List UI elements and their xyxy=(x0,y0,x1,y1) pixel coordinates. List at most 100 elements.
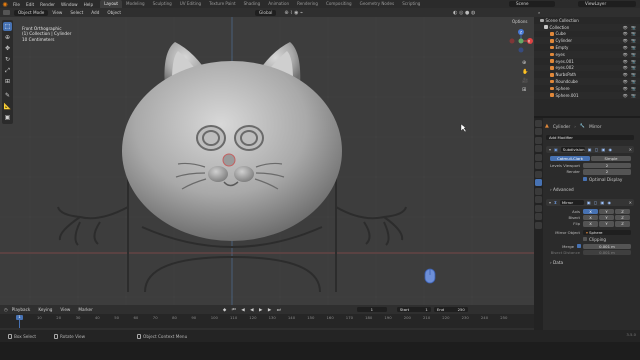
outliner-item[interactable]: Cylinder 👁 📷 xyxy=(534,37,640,45)
constraints-tab-icon[interactable] xyxy=(535,204,542,212)
menu-view[interactable]: View xyxy=(48,10,66,15)
outliner-item[interactable]: Empty 👁 📷 xyxy=(534,44,640,51)
menu-help[interactable]: Help xyxy=(81,2,97,7)
close-icon[interactable]: ✕ xyxy=(629,147,632,152)
outliner-item[interactable]: eyes.001 👁 📷 xyxy=(534,58,640,65)
3d-viewport[interactable] xyxy=(0,17,534,305)
rotate-tool-icon[interactable]: ↻ xyxy=(3,55,12,64)
tab-compositing[interactable]: Compositing xyxy=(322,0,356,8)
select-tool-icon[interactable]: ⬚ xyxy=(3,22,12,31)
subdivision-name-field[interactable]: Subdivision xyxy=(560,146,585,153)
scale-tool-icon[interactable]: ⤢ xyxy=(3,66,12,75)
visibility-icon[interactable]: 👁 📷 xyxy=(623,38,637,43)
tab-modeling[interactable]: Modeling xyxy=(122,0,149,8)
options-button[interactable]: Options xyxy=(512,19,527,24)
view-layer-tab-icon[interactable] xyxy=(535,145,542,152)
menu-timeline-view[interactable]: View xyxy=(56,307,74,312)
visibility-icon[interactable]: 👁 📷 xyxy=(623,59,637,64)
material-tab-icon[interactable] xyxy=(535,221,542,229)
menu-window[interactable]: Window xyxy=(58,2,81,7)
visibility-icon[interactable]: 👁 📷 xyxy=(623,79,637,84)
navigation-gizmo[interactable]: X Z xyxy=(508,28,534,54)
mirror-bisect-x-toggle[interactable]: X xyxy=(583,215,598,221)
scene-selector[interactable]: Scene xyxy=(509,1,555,7)
data-subpanel[interactable]: › Data xyxy=(550,260,634,265)
tab-layout[interactable]: Layout xyxy=(100,0,123,8)
tab-scripting[interactable]: Scripting xyxy=(398,0,424,8)
menu-file[interactable]: File xyxy=(10,2,23,7)
outliner-item[interactable]: Sphere.001 👁 📷 xyxy=(534,91,640,99)
mirror-axis-z-toggle[interactable]: Z xyxy=(615,209,630,215)
outliner-item[interactable]: eyes.002 👁 📷 xyxy=(534,64,640,72)
mode-dropdown[interactable]: Object Mode xyxy=(14,9,49,16)
tab-sculpting[interactable]: Sculpting xyxy=(149,0,176,8)
add-cube-tool-icon[interactable]: ▣ xyxy=(3,113,12,122)
move-tool-icon[interactable]: ✥ xyxy=(3,44,12,53)
mirror-object-field[interactable]: ▾ Sphere xyxy=(583,229,631,235)
outliner-item[interactable]: Roundcube 👁 📷 xyxy=(534,78,640,85)
render-tab-icon[interactable] xyxy=(535,128,542,135)
add-modifier-button[interactable]: Add Modifier xyxy=(546,135,634,141)
output-tab-icon[interactable] xyxy=(535,136,542,144)
editor-type-icon[interactable] xyxy=(3,10,10,15)
visibility-icon[interactable]: 👁 📷 xyxy=(623,72,637,77)
tab-animation[interactable]: Animation xyxy=(264,0,293,8)
tab-geometry-nodes[interactable]: Geometry Nodes xyxy=(356,0,399,8)
visibility-icon[interactable]: 👁 📷 xyxy=(623,25,637,30)
world-tab-icon[interactable] xyxy=(535,162,542,169)
modifier-toggle-icons[interactable]: ▣ ◻ ▣ ◉ xyxy=(588,147,613,152)
outliner-item[interactable]: Cube 👁 📷 xyxy=(534,31,640,38)
mirror-bisect-z-toggle[interactable]: Z xyxy=(615,215,630,221)
view-layer-selector[interactable]: ViewLayer xyxy=(578,1,636,7)
orientation-dropdown[interactable]: Global xyxy=(255,9,277,16)
render-levels-field[interactable]: 2 xyxy=(583,169,631,175)
mirror-bisect-y-toggle[interactable]: Y xyxy=(599,215,614,221)
modifier-tab-icon[interactable] xyxy=(535,179,542,186)
mirror-flip-z-toggle[interactable]: Z xyxy=(615,221,630,227)
clipping-checkbox[interactable] xyxy=(583,237,587,242)
merge-distance-field[interactable]: 0.001 m xyxy=(583,243,631,249)
visibility-icon[interactable]: 👁 📷 xyxy=(623,86,637,91)
mirror-name-field[interactable]: Mirror xyxy=(559,199,584,206)
tab-rendering[interactable]: Rendering xyxy=(293,0,322,8)
visibility-icon[interactable]: 👁 📷 xyxy=(623,65,637,70)
scene-tab-icon[interactable] xyxy=(535,153,542,161)
outliner-item[interactable]: NurbsPath 👁 📷 xyxy=(534,71,640,78)
outliner-item[interactable]: eyes 👁 📷 xyxy=(534,50,640,58)
mirror-header[interactable]: ▾ ⧗ Mirror ▣ ◻ ▣ ◉ ✕ xyxy=(546,199,634,206)
physics-tab-icon[interactable] xyxy=(535,196,542,203)
start-frame-field[interactable]: Start 1 xyxy=(396,306,431,313)
tool-tab-icon[interactable] xyxy=(535,119,542,127)
optimal-display-checkbox[interactable] xyxy=(583,177,587,182)
zoom-icon[interactable]: ⊕ xyxy=(522,60,528,66)
menu-object[interactable]: Object xyxy=(103,10,125,15)
grid-icon[interactable]: ⊞ xyxy=(522,87,528,93)
shading-icons[interactable]: ◐ ◎ ● ◍ xyxy=(453,10,475,16)
menu-edit[interactable]: Edit xyxy=(23,2,37,7)
advanced-subpanel[interactable]: › Advanced xyxy=(550,187,634,192)
tab-catmull-clark[interactable]: Catmull-Clark xyxy=(550,156,590,162)
search-icon[interactable]: ⌕ xyxy=(538,10,540,15)
tab-simple[interactable]: Simple xyxy=(591,156,631,162)
data-tab-icon[interactable] xyxy=(535,213,542,220)
clipping-row[interactable]: Clipping xyxy=(583,237,634,242)
visibility-icon[interactable]: 👁 📷 xyxy=(623,31,637,36)
measure-tool-icon[interactable]: 📐 xyxy=(3,102,12,111)
outliner-item[interactable]: Sphere 👁 📷 xyxy=(534,85,640,92)
bisect-distance-field[interactable]: 0.001 m xyxy=(583,249,631,256)
mirror-axis-x-toggle[interactable]: X xyxy=(583,209,598,215)
menu-keying[interactable]: Keying xyxy=(34,307,56,312)
menu-select[interactable]: Select xyxy=(66,10,87,15)
particles-tab-icon[interactable] xyxy=(535,187,542,195)
levels-viewport-field[interactable]: 2 xyxy=(583,163,631,169)
object-tab-icon[interactable] xyxy=(535,170,542,178)
transform-tool-icon[interactable]: ⊞ xyxy=(3,77,12,86)
menu-playback[interactable]: Playback xyxy=(8,307,35,312)
subdivision-header[interactable]: ▾ ▣ Subdivision ▣ ◻ ▣ ◉ ✕ xyxy=(546,146,634,153)
menu-render[interactable]: Render xyxy=(37,2,58,7)
end-frame-field[interactable]: End 250 xyxy=(433,306,468,313)
snap-icon[interactable]: ⊕ ⌇ ◉ ⌁ xyxy=(284,10,303,16)
close-icon[interactable]: ✕ xyxy=(629,200,632,205)
tab-texture-paint[interactable]: Texture Paint xyxy=(205,0,239,8)
mirror-axis-y-toggle[interactable]: Y xyxy=(599,209,614,215)
